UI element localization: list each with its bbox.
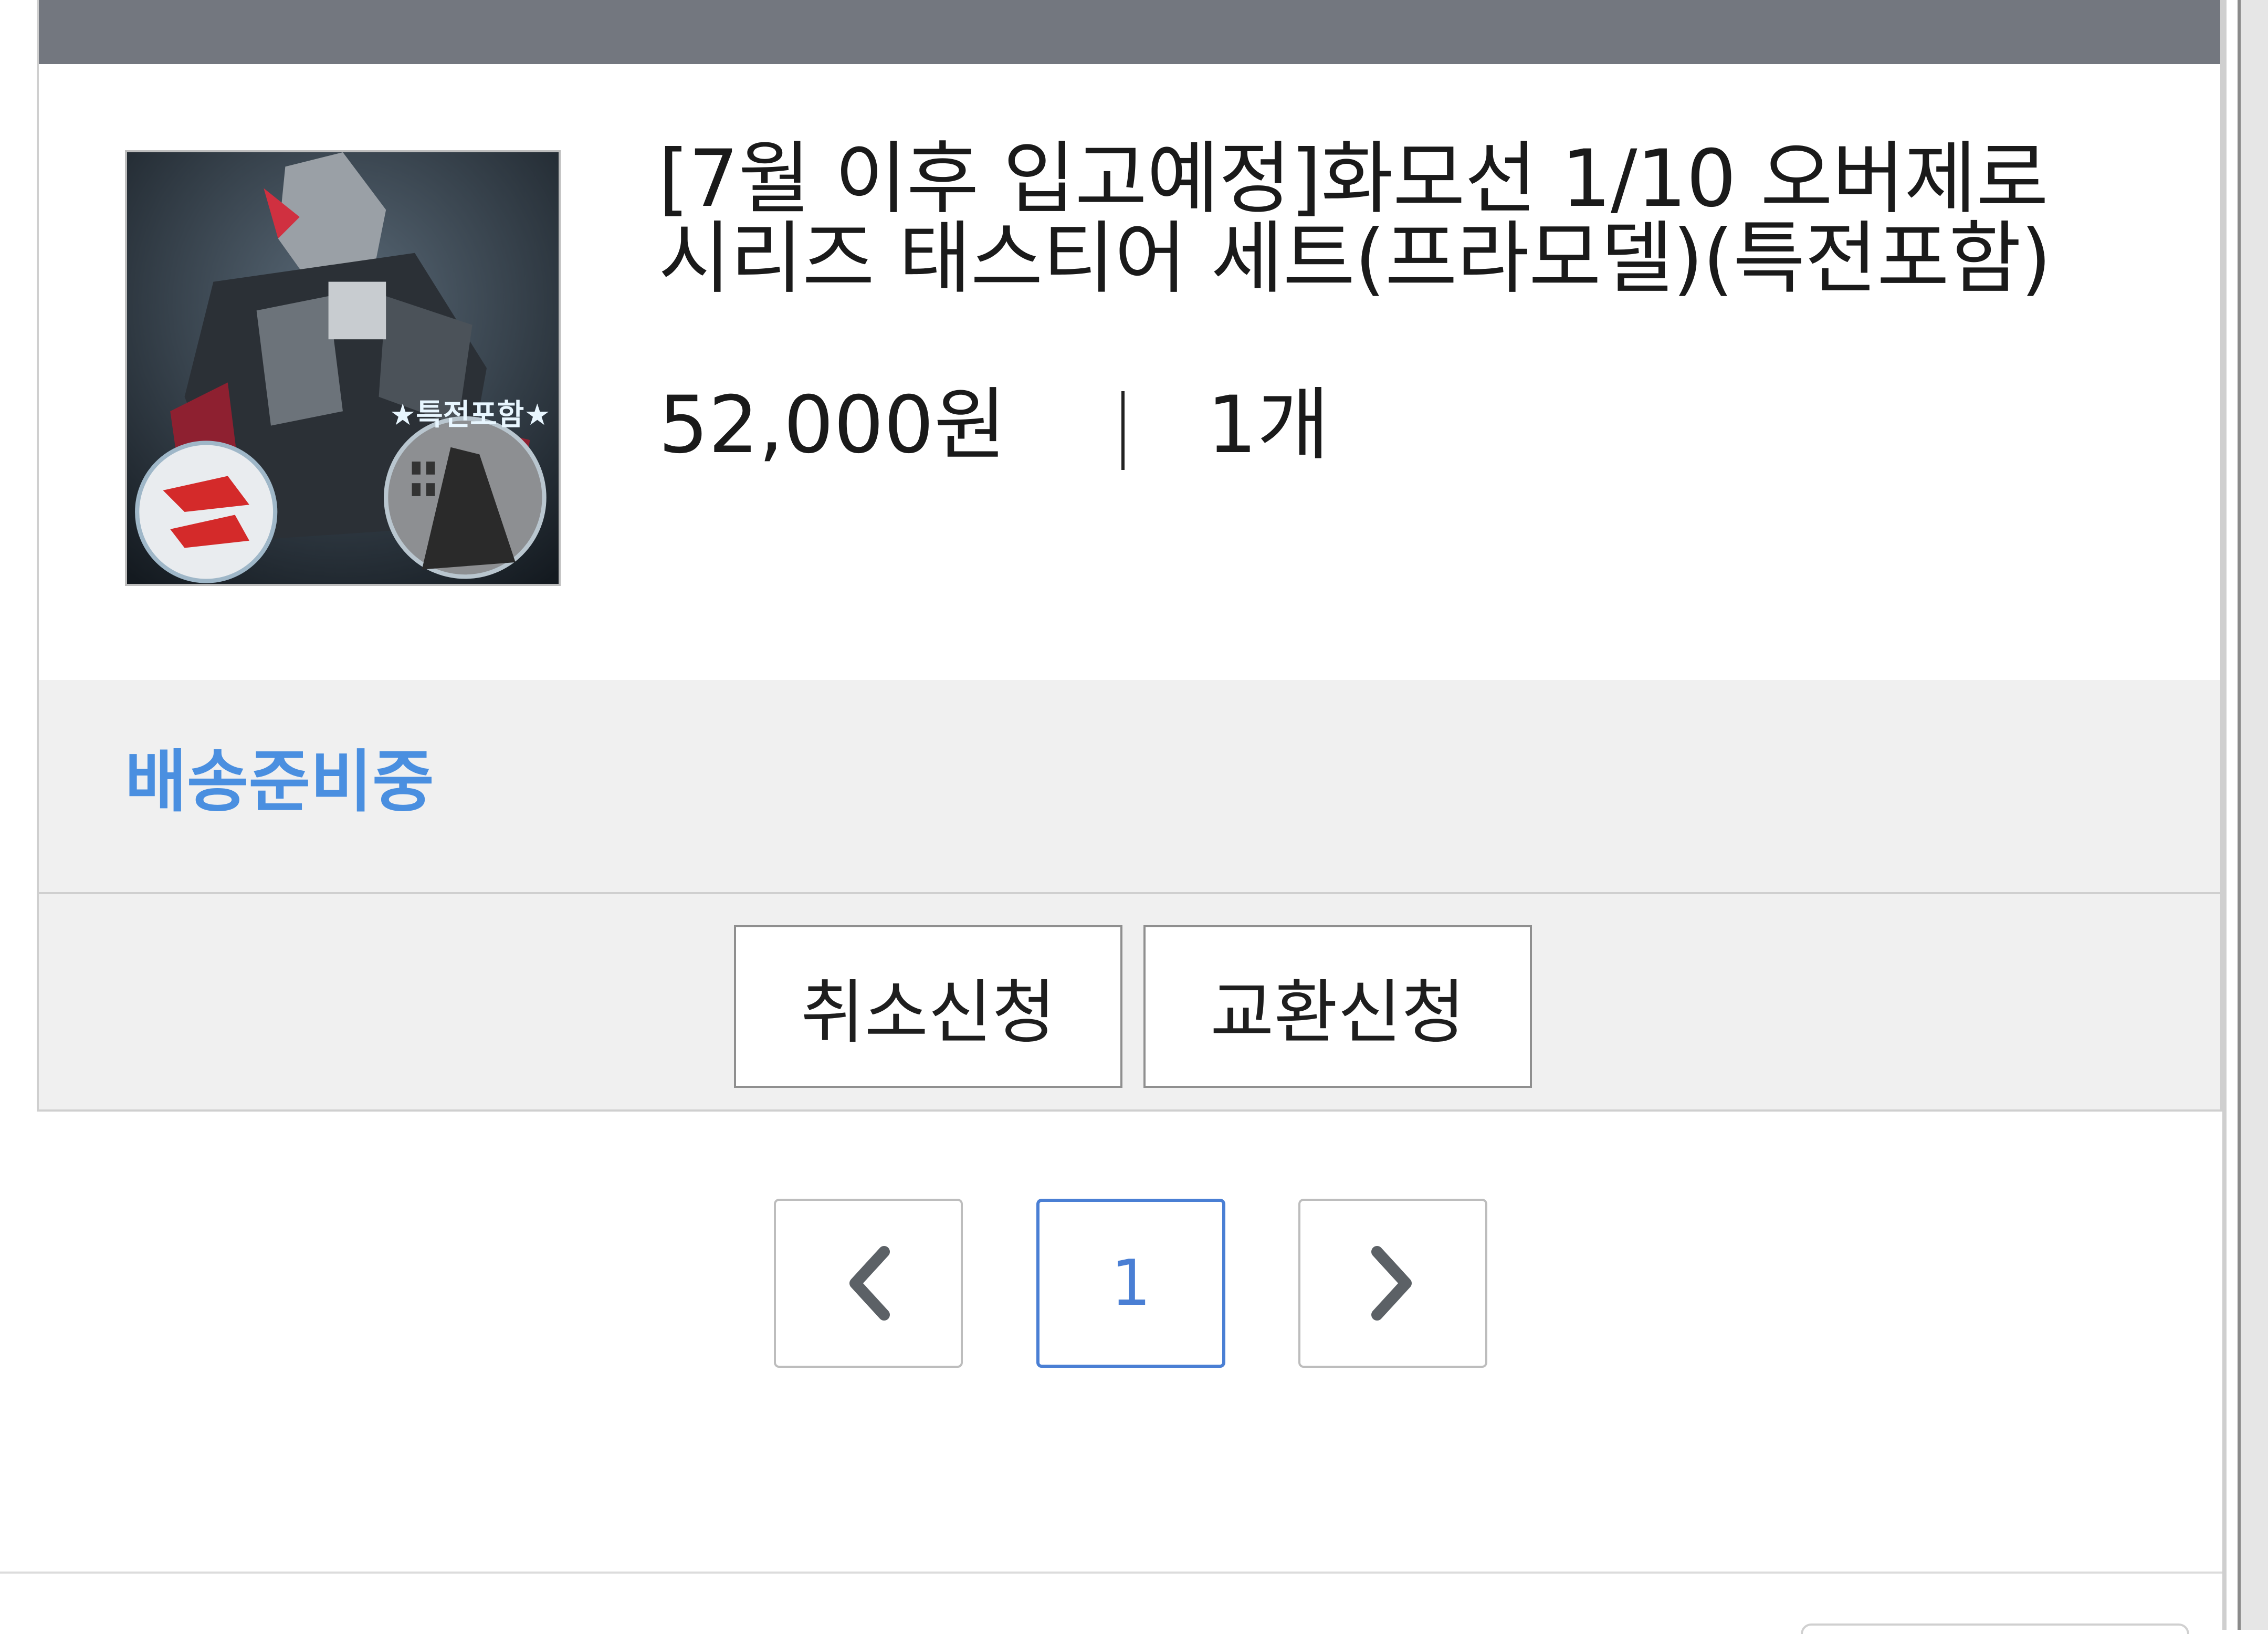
thumbnail-badge: ★특전포함★ — [390, 398, 551, 432]
order-item-card: ★특전포함★ [7월 이후 입고예정]화모선 1/10 오버제로 시리즈 태스티… — [37, 0, 2222, 1112]
order-actions: 취소신청 교환신청 — [39, 894, 2220, 1109]
product-title[interactable]: [7월 이후 입고예정]화모선 1/10 오버제로 시리즈 태스티어 세트(프라… — [658, 139, 2223, 299]
card-header-bar — [39, 0, 2220, 64]
window-edge — [2238, 0, 2268, 1630]
delivery-status: 배송준비중 — [125, 743, 434, 821]
product-quantity: 1개 — [1207, 380, 1330, 471]
footer-button-edge[interactable] — [1801, 1623, 2189, 1634]
pagination-next-button[interactable] — [1298, 1199, 1487, 1368]
cancel-request-button[interactable]: 취소신청 — [734, 925, 1122, 1088]
right-divider — [2222, 0, 2227, 1630]
chevron-left-icon — [849, 1246, 890, 1321]
pagination-prev-button[interactable] — [774, 1199, 963, 1368]
footer-divider — [0, 1572, 2222, 1574]
chevron-right-icon — [1371, 1246, 1412, 1321]
price-quantity-divider — [1121, 391, 1125, 470]
product-image — [127, 152, 559, 584]
delivery-status-bar: 배송준비중 — [39, 680, 2220, 894]
pagination-page-current[interactable]: 1 — [1036, 1199, 1225, 1368]
exchange-request-button[interactable]: 교환신청 — [1143, 925, 1532, 1088]
product-price: 52,000원 — [658, 380, 1006, 471]
product-thumbnail[interactable]: ★특전포함★ — [125, 150, 561, 586]
